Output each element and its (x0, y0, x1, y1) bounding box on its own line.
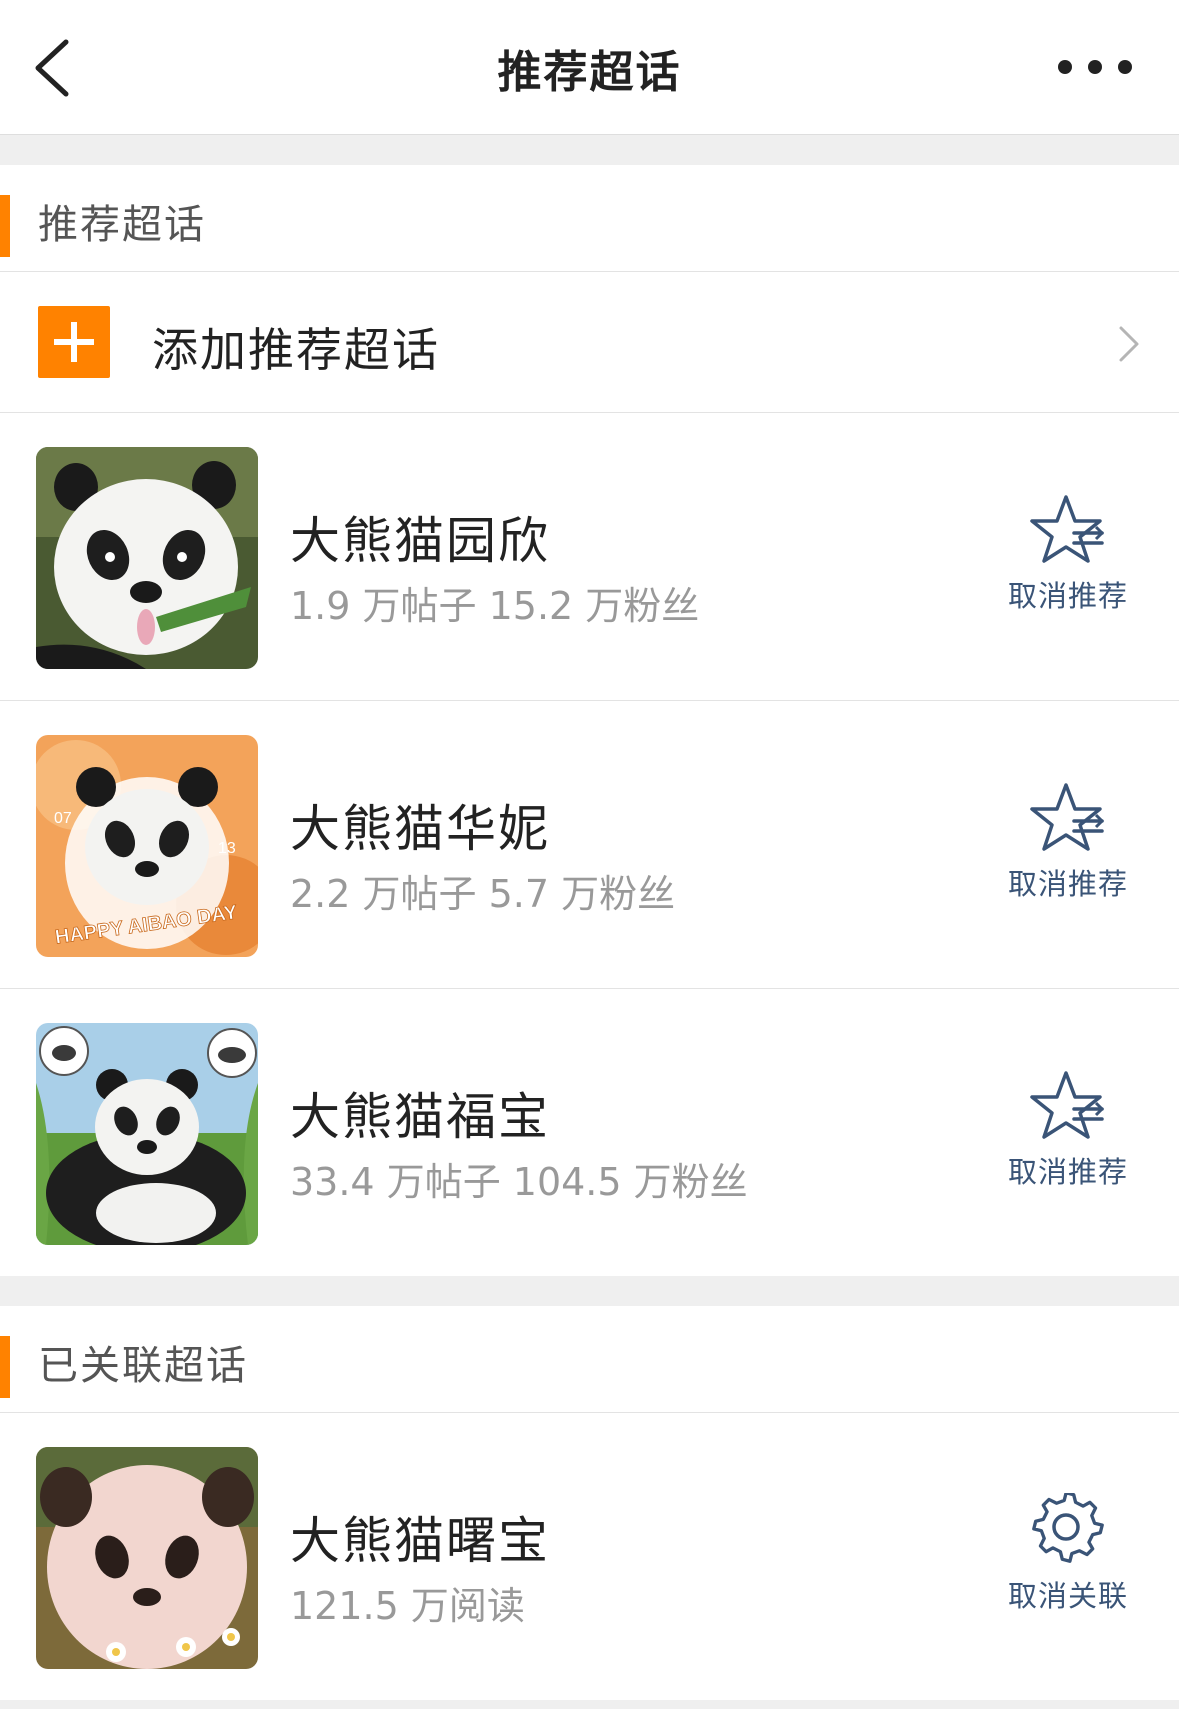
item-stats: 1.9 万帖子 15.2 万粉丝 (290, 584, 700, 628)
plus-icon (38, 306, 110, 378)
action-label: 取消推荐 (1007, 1155, 1128, 1189)
star-remove-icon (1030, 783, 1105, 851)
item-stats: 2.2 万帖子 5.7 万粉丝 (290, 872, 676, 916)
item-name: 大熊猫福宝 (290, 1088, 550, 1146)
section-header-recommended: 推荐超话 (0, 165, 1179, 272)
section-gap (0, 135, 1179, 165)
nav-bar: 推荐超话 (0, 0, 1179, 135)
cancel-recommend-button[interactable]: 取消推荐 (993, 1069, 1143, 1199)
section-title: 已关联超话 (38, 1343, 248, 1389)
avatar-day-text: 07 (54, 810, 72, 827)
cancel-link-button[interactable]: 取消关联 (993, 1493, 1143, 1623)
action-label: 取消推荐 (1007, 579, 1128, 613)
page-title: 推荐超话 (497, 47, 682, 98)
more-dots-icon[interactable] (1055, 52, 1135, 82)
item-stats: 121.5 万阅读 (290, 1584, 525, 1628)
item-stats: 33.4 万帖子 104.5 万粉丝 (290, 1160, 748, 1204)
action-label: 取消推荐 (1007, 867, 1128, 901)
cancel-recommend-button[interactable]: 取消推荐 (993, 781, 1143, 911)
avatar-month-text: 13 (218, 840, 236, 857)
add-recommended-row[interactable]: 添加推荐超话 (0, 272, 1179, 413)
cancel-recommend-button[interactable]: 取消推荐 (993, 493, 1143, 623)
panda-avatar-image: HAPPY AIBAO DAY 07 13 (36, 735, 258, 957)
list-item[interactable]: 大熊猫曙宝 121.5 万阅读 取消关联 (0, 1413, 1179, 1700)
item-name: 大熊猫曙宝 (290, 1512, 550, 1570)
chevron-right-icon (1119, 326, 1139, 362)
list-item[interactable]: 大熊猫园欣 1.9 万帖子 15.2 万粉丝 取消推荐 (0, 413, 1179, 701)
gear-icon (1032, 1493, 1104, 1563)
section-accent-bar (0, 1336, 10, 1398)
panda-avatar-image (36, 1023, 258, 1245)
star-remove-icon (1030, 495, 1105, 563)
star-remove-icon (1030, 1071, 1105, 1139)
add-recommended-label: 添加推荐超话 (152, 323, 440, 377)
section-accent-bar (0, 195, 10, 257)
section-title: 推荐超话 (38, 202, 206, 248)
section-header-linked: 已关联超话 (0, 1306, 1179, 1413)
panda-avatar-image (36, 447, 258, 669)
linked-section: 已关联超话 大熊猫曙宝 121.5 万阅读 取消关联 (0, 1306, 1179, 1700)
item-name: 大熊猫华妮 (290, 800, 550, 858)
recommended-section: 推荐超话 添加推荐超话 大熊猫园欣 1.9 万帖子 15.2 万粉丝 取消推荐 … (0, 165, 1179, 1276)
section-gap (0, 1276, 1179, 1306)
item-name: 大熊猫园欣 (290, 512, 550, 570)
list-item[interactable]: 大熊猫福宝 33.4 万帖子 104.5 万粉丝 取消推荐 (0, 989, 1179, 1276)
action-label: 取消关联 (1007, 1579, 1128, 1613)
panda-avatar-image (36, 1447, 258, 1669)
list-item[interactable]: HAPPY AIBAO DAY 07 13 大熊猫华妮 2.2 万帖子 5.7 … (0, 701, 1179, 989)
